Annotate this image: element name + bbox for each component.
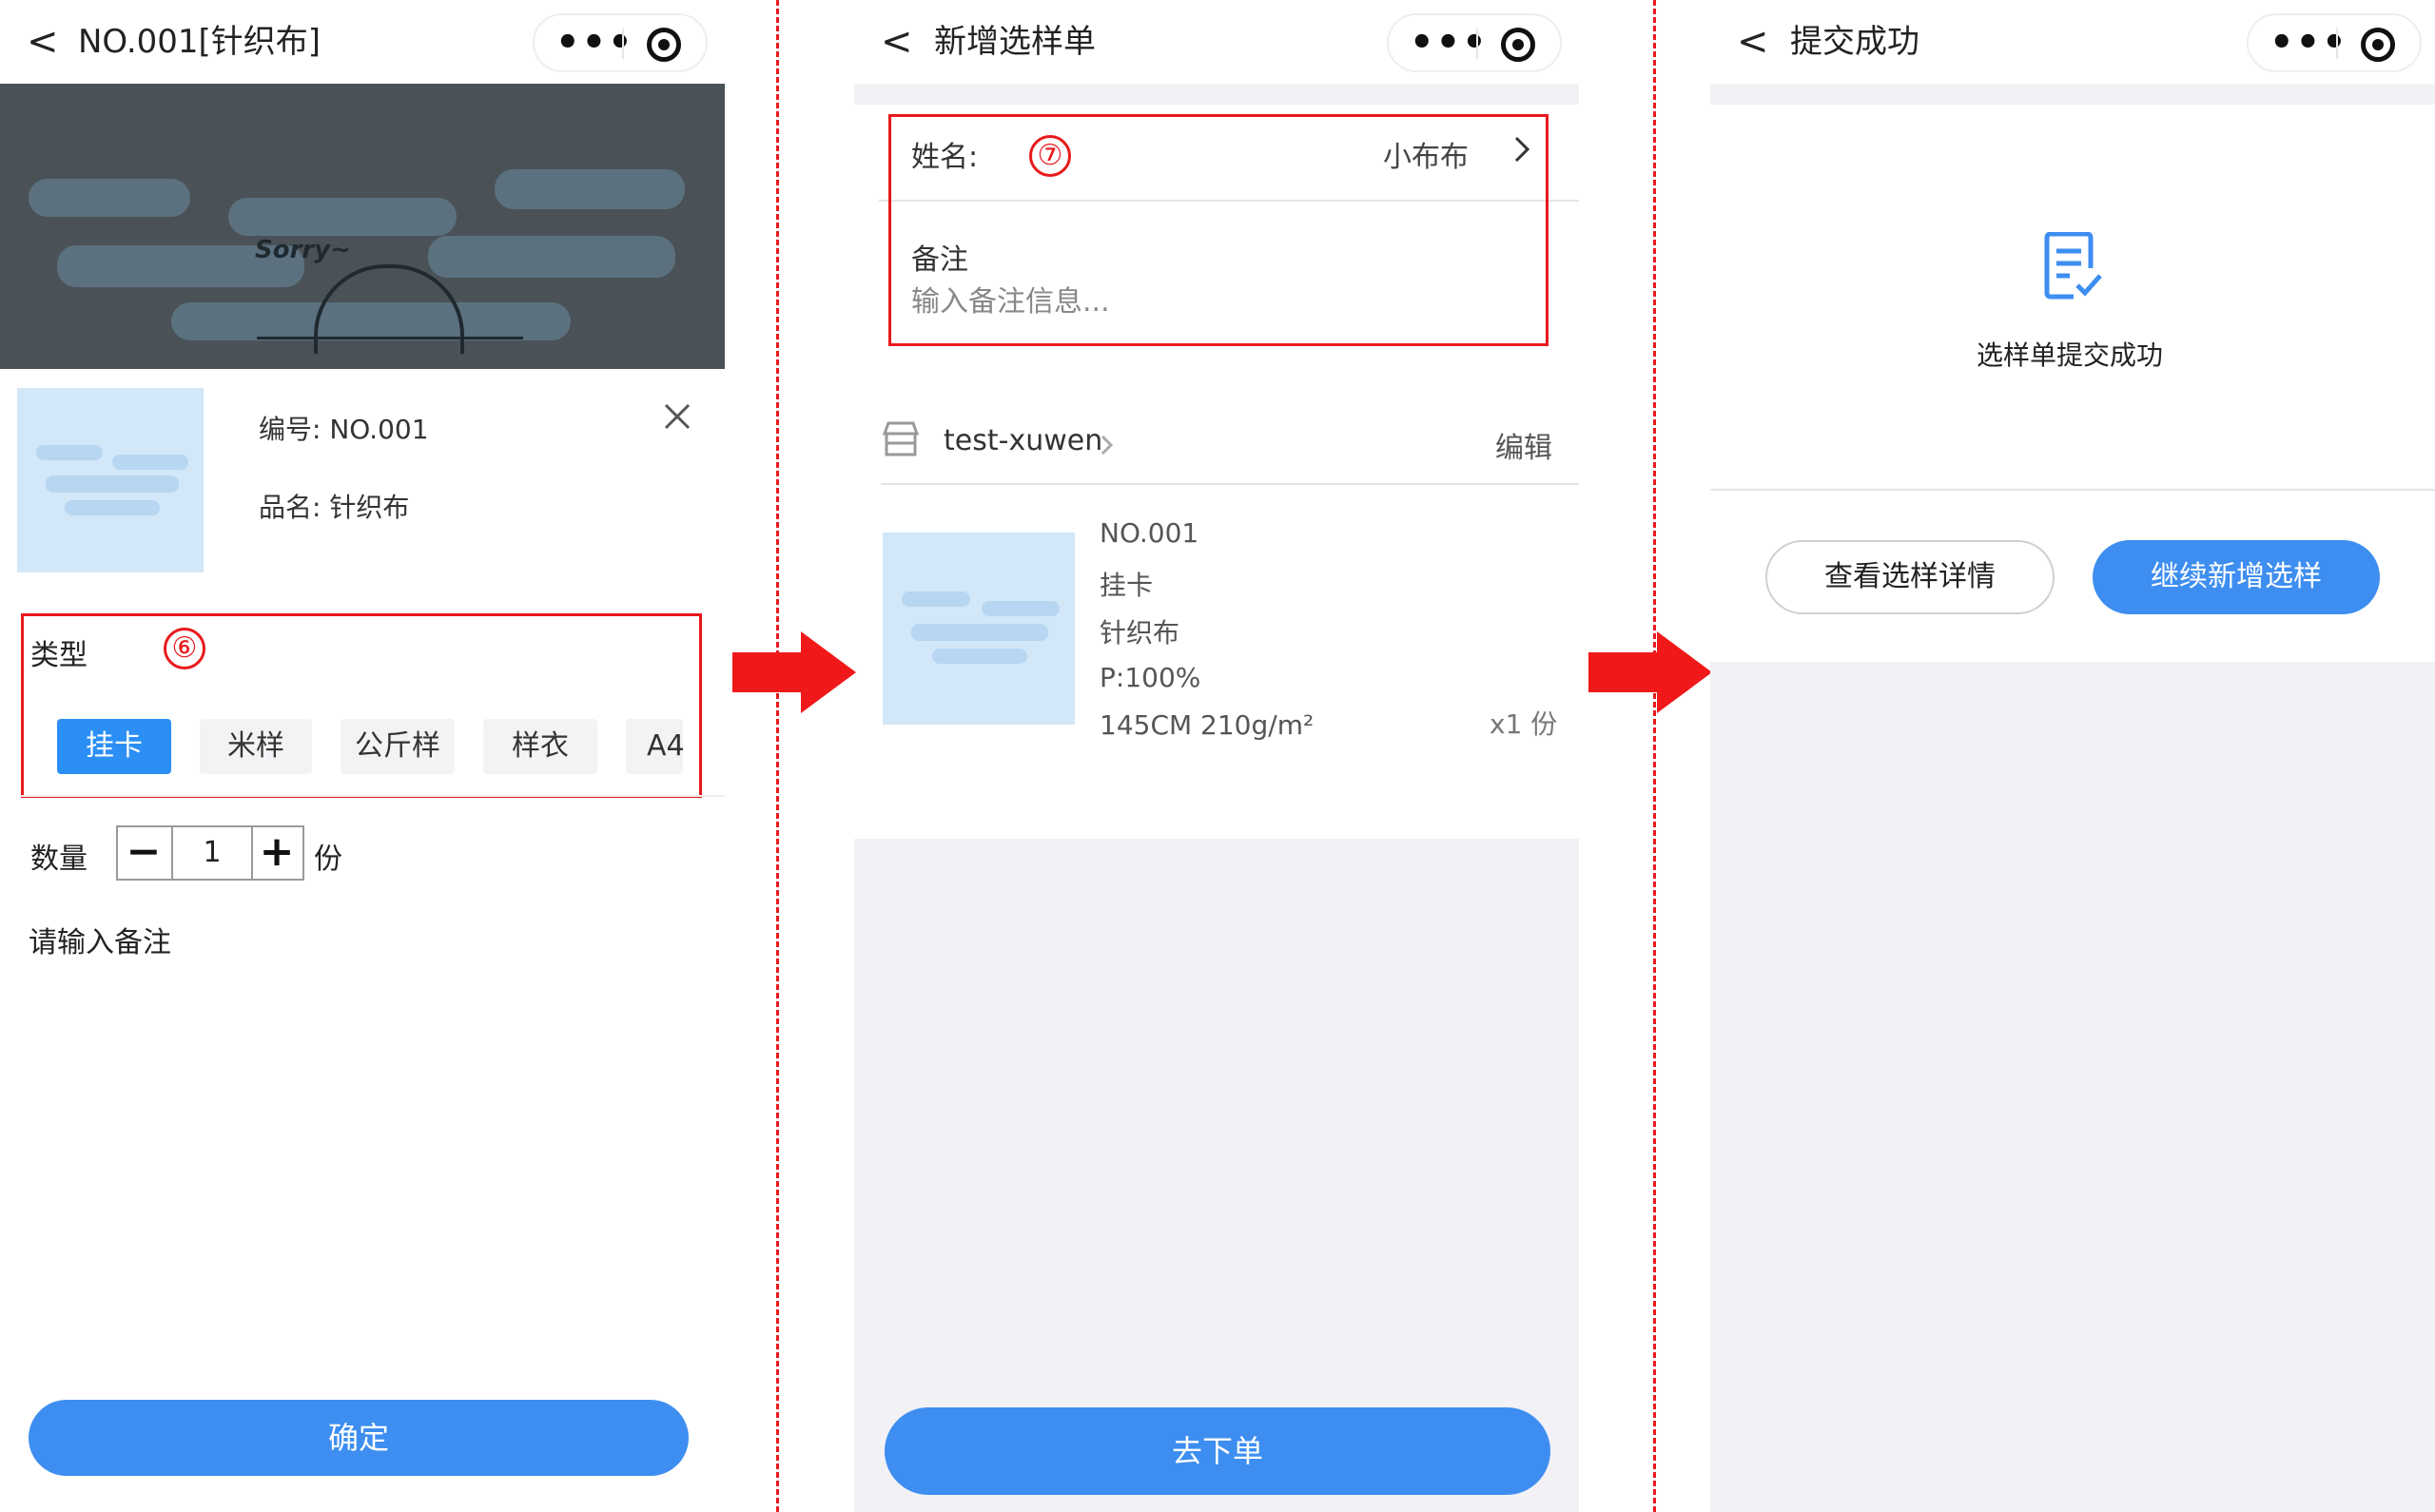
panel2-navbar: < 新增选样单 •••	[854, 0, 1579, 84]
type-chip-meter-sample[interactable]: 米样	[200, 719, 312, 774]
type-label: 类型	[30, 639, 88, 672]
remark-label: 备注	[911, 243, 968, 277]
item-composition: P:100%	[1100, 662, 1201, 693]
product-hero-image: Sorry~	[0, 84, 725, 369]
close-miniprogram-icon[interactable]	[2361, 28, 2395, 62]
item-quantity: x1 份	[1490, 708, 1558, 740]
quantity-unit: 份	[314, 843, 342, 876]
item-code: NO.001	[1100, 517, 1199, 549]
quantity-input[interactable]: 1	[171, 827, 253, 879]
type-chip-kilo-sample[interactable]: 公斤样	[341, 719, 455, 774]
panel-divider-2	[1653, 0, 1656, 1512]
place-order-button[interactable]: 去下单	[885, 1407, 1550, 1495]
page-title: 提交成功	[1790, 23, 1919, 61]
panel-divider-1	[776, 0, 779, 1512]
panel3-navbar: < 提交成功 •••	[1710, 0, 2435, 84]
confirm-button[interactable]: 确定	[29, 1400, 689, 1476]
top-gap	[854, 84, 1579, 105]
mascot-image	[314, 264, 464, 354]
success-message: 选样单提交成功	[1977, 339, 2164, 371]
view-detail-button[interactable]: 查看选样详情	[1765, 540, 2055, 614]
mascot-line	[257, 337, 523, 339]
continue-add-button[interactable]: 继续新增选样	[2093, 540, 2380, 614]
product-code: 编号: NO.001	[259, 414, 429, 445]
name-value[interactable]: 小布布	[1383, 133, 1469, 175]
page-title: 新增选样单	[934, 23, 1096, 61]
capsule-menu: •••	[2247, 13, 2422, 72]
capsule-divider	[2336, 29, 2338, 59]
type-chip-a4[interactable]: A4	[626, 719, 683, 774]
back-icon[interactable]: <	[1737, 21, 1769, 63]
product-name: 品名: 针织布	[259, 492, 410, 523]
flow-arrow-2	[1588, 631, 1712, 713]
edit-button[interactable]: 编辑	[1495, 424, 1552, 466]
name-label: 姓名:	[911, 141, 979, 174]
quantity-stepper: − 1 +	[116, 825, 304, 881]
divider	[881, 483, 1579, 485]
capsule-divider	[622, 29, 624, 59]
shop-name[interactable]: test-xuwen	[944, 424, 1102, 457]
hero-sorry-text: Sorry~	[255, 236, 351, 264]
panel1-navbar: < NO.001[针织布] •••	[0, 0, 725, 84]
step-marker-6: ⑥	[164, 628, 205, 669]
capsule-menu: •••	[1387, 13, 1562, 72]
type-chip-garment-sample[interactable]: 样衣	[483, 719, 597, 774]
document-check-icon	[2044, 232, 2102, 300]
close-miniprogram-icon[interactable]	[1501, 28, 1535, 62]
item-name: 针织布	[1100, 617, 1180, 649]
top-gap	[1710, 84, 2435, 105]
capsule-menu: •••	[533, 13, 708, 72]
chevron-right-icon[interactable]	[1512, 135, 1531, 164]
minus-button[interactable]: −	[118, 827, 169, 879]
close-icon[interactable]	[664, 403, 691, 430]
product-thumbnail	[17, 388, 204, 572]
chevron-right-icon[interactable]	[1100, 434, 1115, 456]
remark-input[interactable]: 输入备注信息...	[911, 278, 1110, 320]
item-spec: 145CM 210g/m²	[1100, 709, 1315, 741]
item-type: 挂卡	[1100, 570, 1154, 601]
back-icon[interactable]: <	[27, 21, 59, 63]
shop-icon	[882, 421, 920, 456]
quantity-label: 数量	[30, 843, 88, 876]
close-miniprogram-icon[interactable]	[647, 28, 681, 62]
capsule-divider	[1476, 29, 1478, 59]
back-icon[interactable]: <	[881, 21, 913, 63]
empty-area	[1710, 662, 2435, 1512]
step-marker-7: ⑦	[1029, 135, 1071, 177]
item-thumbnail	[883, 533, 1075, 725]
plus-button[interactable]: +	[251, 827, 302, 879]
type-chip-hang-card[interactable]: 挂卡	[57, 719, 171, 774]
divider	[1710, 489, 2435, 491]
page-title: NO.001[针织布]	[78, 23, 321, 61]
divider	[21, 795, 725, 797]
remark-input[interactable]: 请输入备注	[29, 919, 171, 960]
flow-arrow-1	[732, 631, 856, 713]
